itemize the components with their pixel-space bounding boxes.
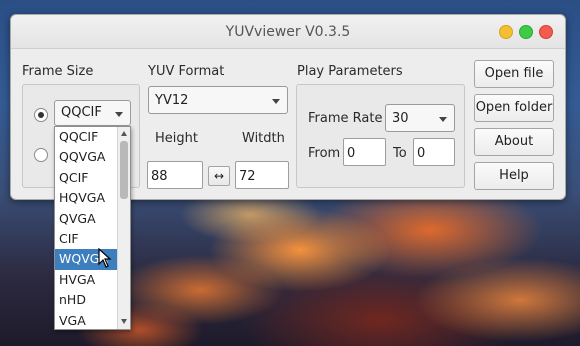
to-label: To xyxy=(393,146,407,161)
width-label: Witdth xyxy=(242,131,285,146)
frame-size-option[interactable]: QVGA xyxy=(55,209,118,229)
scrollbar-thumb[interactable] xyxy=(120,141,128,199)
frame-size-option[interactable]: QCIF xyxy=(55,168,118,188)
width-input-value: 72 xyxy=(239,169,256,184)
frame-size-dropdown-list[interactable]: QQCIF QQVGA QCIF HQVGA QVGA CIF WQVGA HVGA nHD VG… xyxy=(54,126,131,330)
height-input-value: 88 xyxy=(151,169,168,184)
maximize-button[interactable] xyxy=(519,25,533,39)
dropdown-scrollbar[interactable] xyxy=(117,127,130,329)
height-input[interactable]: 88 xyxy=(147,161,203,189)
chevron-down-icon xyxy=(272,99,280,104)
chevron-down-icon xyxy=(115,112,123,117)
window-title: YUVviewer V0.3.5 xyxy=(225,24,351,40)
frame-size-option[interactable]: nHD xyxy=(55,290,118,310)
frame-size-option[interactable]: HQVGA xyxy=(55,188,118,208)
width-input[interactable]: 72 xyxy=(235,161,289,189)
to-input[interactable]: 0 xyxy=(413,138,455,166)
yuv-format-select-value: YV12 xyxy=(155,93,189,108)
title-bar[interactable]: YUVviewer V0.3.5 xyxy=(11,15,565,49)
minimize-button[interactable] xyxy=(499,25,513,39)
frame-size-option[interactable]: QQVGA xyxy=(55,147,118,167)
swap-dimensions-button[interactable]: ↔ xyxy=(208,166,230,186)
scroll-up-icon[interactable] xyxy=(121,131,127,136)
frame-size-select-value: QQCIF xyxy=(61,105,102,120)
to-input-value: 0 xyxy=(417,146,426,161)
from-label: From xyxy=(308,146,341,161)
frame-size-custom-radio[interactable] xyxy=(34,148,48,162)
play-parameters-group xyxy=(296,84,465,188)
height-label: Height xyxy=(155,131,198,146)
frame-rate-select[interactable]: 30 xyxy=(385,104,455,132)
open-folder-button[interactable]: Open folder xyxy=(474,94,554,122)
frame-size-option[interactable]: HVGA xyxy=(55,270,118,290)
mouse-pointer-icon xyxy=(98,248,112,268)
frame-size-option[interactable]: CIF xyxy=(55,229,118,249)
close-button[interactable] xyxy=(539,25,553,39)
open-file-button[interactable]: Open file xyxy=(474,60,554,88)
scroll-down-icon[interactable] xyxy=(121,319,127,324)
frame-size-options: QQCIF QQVGA QCIF HQVGA QVGA CIF WQVGA HVGA nHD VG… xyxy=(55,127,118,331)
frame-size-select[interactable]: QQCIF xyxy=(54,100,131,126)
frame-size-option[interactable]: QQCIF xyxy=(55,127,118,147)
from-input-value: 0 xyxy=(347,146,356,161)
swap-arrows-icon: ↔ xyxy=(213,169,225,183)
yuv-format-label: YUV Format xyxy=(148,64,225,79)
frame-rate-label: Frame Rate xyxy=(308,111,383,126)
help-button[interactable]: Help xyxy=(474,162,554,190)
from-input[interactable]: 0 xyxy=(343,138,386,166)
frame-size-label: Frame Size xyxy=(22,64,94,79)
frame-size-option[interactable]: VGA xyxy=(55,311,118,331)
about-button[interactable]: About xyxy=(474,128,554,156)
frame-rate-select-value: 30 xyxy=(392,111,409,126)
frame-size-preset-radio[interactable] xyxy=(34,108,48,122)
play-parameters-label: Play Parameters xyxy=(297,64,403,79)
yuv-format-select[interactable]: YV12 xyxy=(148,86,288,114)
chevron-down-icon xyxy=(439,117,447,122)
